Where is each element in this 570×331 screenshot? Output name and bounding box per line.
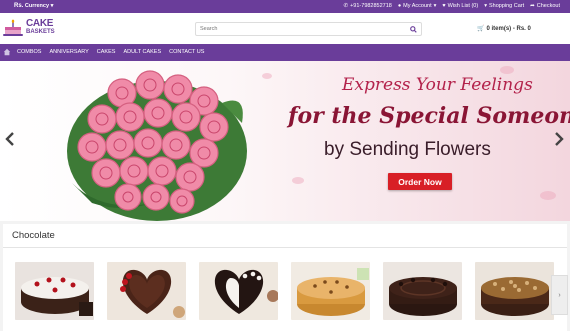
butterscotch-cake-image (291, 262, 370, 320)
chevron-down-icon: ▾ (433, 3, 437, 9)
product-card[interactable] (475, 262, 554, 320)
banner-headline-2: for the Special Someone (288, 103, 570, 129)
hero-banner[interactable]: Express Your Feelings for the Special So… (0, 61, 570, 221)
category-section: Chocolate › (3, 224, 568, 331)
nav-item-cakes[interactable]: CAKES (93, 49, 120, 55)
chocolate-truffle-cake-image (383, 262, 462, 320)
product-card[interactable] (383, 262, 462, 320)
search-bar (195, 22, 422, 36)
header: CAKE BASKETS 🛒 0 item(s) - Rs. 0 (0, 13, 570, 44)
chevron-down-icon: ▾ (50, 3, 54, 9)
petal-decoration (262, 73, 272, 79)
chevron-left-icon (5, 132, 14, 146)
shopping-cart-link[interactable]: ▾ Shopping Cart (484, 3, 524, 9)
product-card[interactable] (291, 262, 370, 320)
search-icon (409, 25, 417, 33)
phone-number: +91-7982852718 (350, 3, 392, 9)
carousel-next-button[interactable] (553, 131, 565, 147)
currency-selector[interactable]: Rs. Currency ▾ (14, 3, 53, 9)
petal-decoration (540, 191, 556, 200)
chevron-right-icon: › (558, 291, 561, 299)
product-carousel (15, 262, 554, 320)
banner-headline-1: Express Your Feelings (342, 75, 533, 95)
search-button[interactable] (405, 23, 421, 35)
section-title: Chocolate (12, 230, 55, 241)
phone-link[interactable]: ✆ +91-7982852718 (343, 3, 391, 9)
main-nav: COMBOS ANNIVERSARY CAKES ADULT CAKES CON… (0, 44, 570, 61)
wishlist-label: Wish List (0) (447, 3, 479, 9)
nav-menu: COMBOS ANNIVERSARY CAKES ADULT CAKES CON… (13, 49, 208, 55)
product-card[interactable] (15, 262, 94, 320)
currency-symbol: Rs. (14, 3, 24, 9)
banner-headline-3: by Sending Flowers (324, 139, 491, 160)
my-account-link[interactable]: ● My Account ▾ (398, 3, 437, 9)
top-links: ✆ +91-7982852718 ● My Account ▾ ♥ Wish L… (343, 3, 560, 9)
wishlist-link[interactable]: ♥ Wish List (0) (442, 3, 478, 9)
heart-icon: ♥ (442, 3, 446, 9)
divider (3, 247, 567, 248)
cart-summary-button[interactable]: 🛒 0 item(s) - Rs. 0 (477, 25, 531, 33)
my-account-label: My Account (403, 3, 432, 9)
cake-logo-icon (3, 19, 23, 36)
nav-item-anniversary[interactable]: ANNIVERSARY (45, 49, 92, 55)
phone-icon: ✆ (343, 3, 349, 9)
product-card[interactable] (107, 262, 186, 320)
cart-icon: ▾ (484, 3, 487, 9)
chevron-right-icon (555, 132, 564, 146)
rose-bouquet-image (67, 70, 247, 221)
petal-decoration (500, 66, 514, 74)
petal-decoration (292, 177, 304, 184)
heart-chocolate-cake-image (107, 262, 186, 320)
logo-text-baskets: BASKETS (26, 29, 55, 35)
top-bar: Rs. Currency ▾ ✆ +91-7982852718 ● My Acc… (0, 0, 570, 13)
order-now-button[interactable]: Order Now (388, 173, 452, 190)
logo[interactable]: CAKE BASKETS (2, 17, 58, 39)
cart-icon: 🛒 (477, 26, 485, 32)
logo-text-cake: CAKE (26, 18, 54, 29)
heart-bw-cake-image (199, 262, 278, 320)
currency-label: Currency (24, 3, 50, 9)
cart-summary-text: 0 item(s) - Rs. 0 (486, 25, 531, 32)
product-carousel-next-button[interactable]: › (551, 275, 568, 315)
share-icon: ➦ (530, 3, 535, 9)
nav-item-adult-cakes[interactable]: ADULT CAKES (119, 49, 165, 55)
checkout-label: Checkout (536, 3, 560, 9)
nut-chocolate-cake-image (475, 262, 554, 320)
product-card[interactable] (199, 262, 278, 320)
search-input[interactable] (196, 23, 401, 35)
nav-item-contact-us[interactable]: CONTACT US (165, 49, 208, 55)
home-icon[interactable] (3, 48, 11, 56)
carousel-prev-button[interactable] (4, 131, 16, 147)
checkout-link[interactable]: ➦ Checkout (530, 3, 560, 9)
black-forest-cake-image (15, 262, 94, 320)
user-icon: ● (397, 3, 402, 9)
shopping-cart-label: Shopping Cart (488, 3, 525, 9)
nav-item-combos[interactable]: COMBOS (13, 49, 45, 55)
